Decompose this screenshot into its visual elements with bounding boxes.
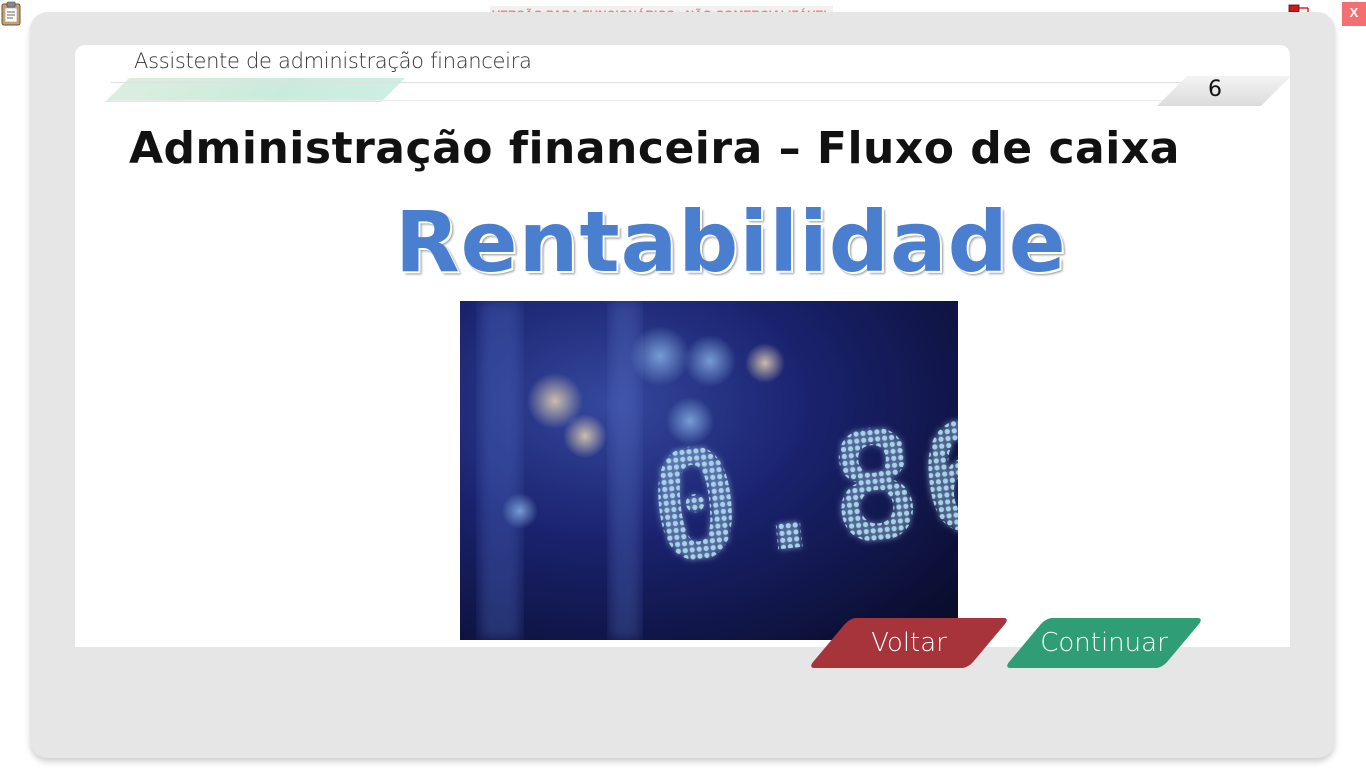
continue-button[interactable]: Continuar <box>1004 618 1204 668</box>
close-button[interactable]: X <box>1342 2 1366 26</box>
headline-word: Rentabilidade <box>395 193 1067 291</box>
course-title: Assistente de administração financeira <box>134 49 532 73</box>
header-divider-lower <box>111 100 1183 101</box>
back-button[interactable]: Voltar <box>808 618 1010 668</box>
slide-title: Administração financeira – Fluxo de caix… <box>129 123 1180 174</box>
stock-ticker-photo: 0.86% <box>460 301 958 640</box>
page-number: 6 <box>1208 77 1222 102</box>
clipboard-icon[interactable] <box>0 0 22 26</box>
back-button-label: Voltar <box>871 628 947 658</box>
header-divider <box>111 82 1183 83</box>
continue-button-label: Continuar <box>1040 628 1168 658</box>
